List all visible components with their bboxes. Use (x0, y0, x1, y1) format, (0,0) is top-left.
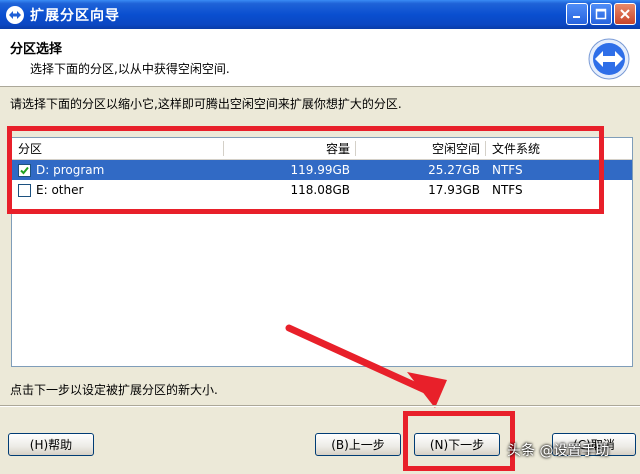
window-title: 扩展分区向导 (30, 7, 120, 24)
maximize-icon (595, 8, 607, 20)
maximize-button[interactable] (590, 3, 612, 25)
back-button[interactable]: (B)上一步 (315, 433, 401, 456)
list-header: 分区 容量 空闲空间 文件系统 (12, 138, 632, 160)
help-button[interactable]: (H)帮助 (8, 433, 94, 456)
column-header-free-space[interactable]: 空闲空间 (356, 138, 486, 159)
minimize-button[interactable] (566, 3, 588, 25)
table-row[interactable]: E: other 118.08GB 17.93GB NTFS (12, 180, 632, 200)
wizard-header: 分区选择 选择下面的分区,以从中获得空闲空间. (0, 29, 640, 87)
partition-file-system: NTFS (492, 163, 523, 177)
bottom-note: 点击下一步以设定被扩展分区的新大小. (10, 383, 218, 397)
partition-file-system: NTFS (492, 183, 523, 197)
partition-list[interactable]: 分区 容量 空闲空间 文件系统 D: program 119.99GB 25.2… (11, 137, 633, 367)
partition-free-space: 25.27GB (428, 163, 480, 177)
next-button[interactable]: (N)下一步 (414, 433, 500, 456)
partition-free-space: 17.93GB (428, 183, 480, 197)
watermark: 头条 @设置手助 (507, 443, 610, 459)
column-header-capacity[interactable]: 容量 (224, 138, 356, 159)
partition-checkbox[interactable] (18, 163, 31, 177)
page-subtitle: 选择下面的分区,以从中获得空闲空间. (30, 62, 230, 76)
close-button[interactable] (614, 3, 636, 25)
page-title: 分区选择 (10, 42, 63, 57)
partition-name: D: program (36, 163, 105, 177)
column-header-partition[interactable]: 分区 (12, 138, 224, 159)
title-bar: 扩展分区向导 (0, 0, 640, 29)
minimize-icon (573, 16, 580, 18)
check-icon (20, 166, 29, 174)
app-icon (6, 5, 24, 24)
partition-checkbox[interactable] (18, 183, 31, 197)
divider (0, 405, 640, 407)
table-row[interactable]: D: program 119.99GB 25.27GB NTFS (12, 160, 632, 180)
extend-partition-icon (588, 38, 630, 80)
partition-name: E: other (36, 183, 84, 197)
close-icon (620, 9, 630, 19)
partition-capacity: 118.08GB (290, 183, 350, 197)
column-header-file-system[interactable]: 文件系统 (486, 138, 632, 159)
instruction-text: 请选择下面的分区以缩小它,这样即可腾出空闲空间来扩展你想扩大的分区. (10, 97, 402, 111)
partition-capacity: 119.99GB (290, 163, 350, 177)
